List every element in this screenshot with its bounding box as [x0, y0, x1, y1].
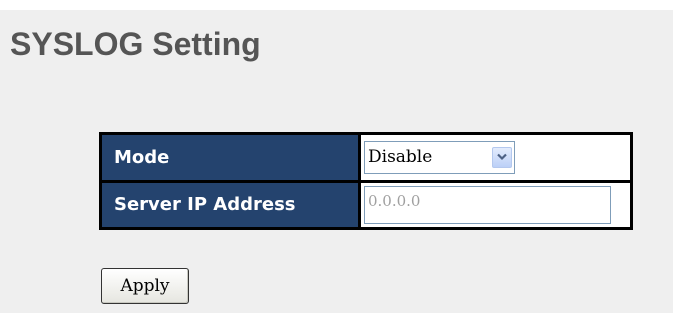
content-panel: SYSLOG Setting Mode Disable Server IP Ad… [0, 10, 673, 313]
mode-select[interactable]: Disable [364, 140, 515, 174]
apply-button[interactable]: Apply [101, 268, 189, 304]
mode-label: Mode [102, 135, 358, 180]
syslog-settings-table: Mode Disable Server IP Address [99, 132, 633, 230]
server-ip-label: Server IP Address [102, 182, 358, 227]
mode-row: Mode Disable [102, 135, 630, 180]
mode-select-value: Disable [368, 146, 433, 167]
server-ip-row: Server IP Address [102, 182, 630, 227]
page-title: SYSLOG Setting [10, 26, 261, 62]
chevron-down-icon[interactable] [492, 146, 512, 168]
mode-value-cell: Disable [361, 135, 630, 180]
server-ip-value-cell [361, 182, 630, 227]
server-ip-input[interactable] [364, 185, 611, 224]
